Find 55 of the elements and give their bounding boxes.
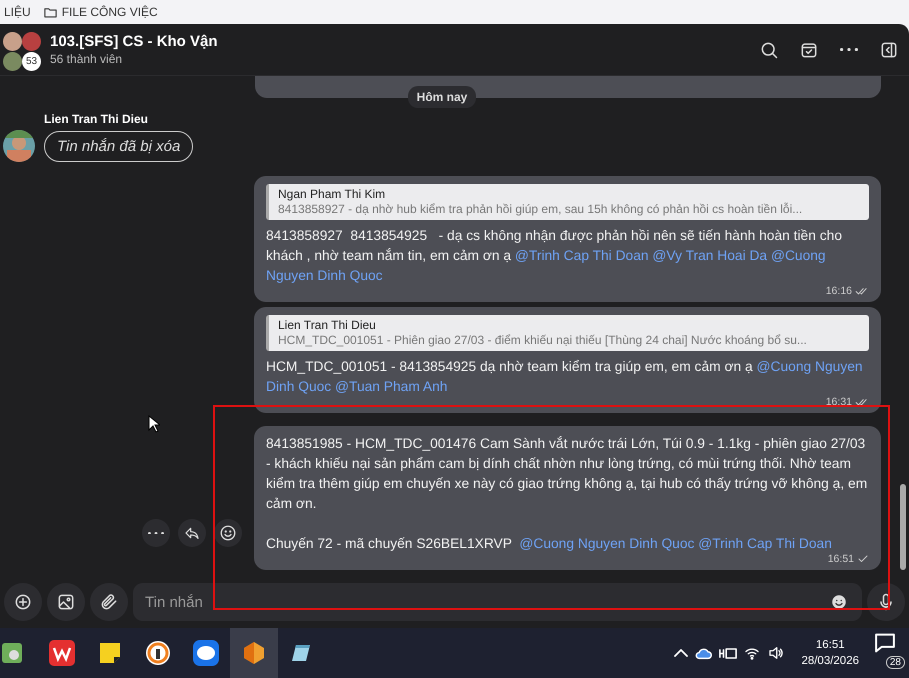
deleted-message: Tin nhắn đã bị xóa xyxy=(44,130,194,162)
chat-title: 103.[SFS] CS - Kho Vận xyxy=(50,33,218,50)
sticky-note-icon xyxy=(98,641,122,665)
chevron-up-icon xyxy=(673,649,690,657)
quote-text: 8413858927 - dạ nhờ hub kiểm tra phản hồi giúp em, sau 15h không có phản hồi cs hoàn tiền lỗi... xyxy=(278,202,804,217)
more-icon xyxy=(148,532,164,534)
speaker-icon xyxy=(767,644,786,662)
message-text: 8413858927 8413854925 - dạ cs không nhận được phản hồi nên sẽ tiến hành hoàn tiền cho khách , nhờ team nắm tin, em cảm ơn ạ @Trinh Cap Thi Doan @Vy Tran Hoai Da @Cuong Nguyen Dinh Quoc xyxy=(266,227,843,285)
taskbar-time[interactable]: 16:51 xyxy=(816,637,845,653)
add-button[interactable] xyxy=(4,583,42,621)
scrollbar-thumb[interactable] xyxy=(900,484,906,570)
reaction-button[interactable] xyxy=(214,519,242,547)
chat-app-icon xyxy=(193,640,219,666)
notification-icon xyxy=(875,633,895,653)
notification-badge: 28 xyxy=(886,656,905,669)
bookmark-label[interactable]: FILE CÔNG VIỆC xyxy=(62,5,158,19)
member-count-badge: 53 xyxy=(22,52,41,70)
plus-icon xyxy=(13,592,33,612)
message-text: 8413851985 - HCM_TDC_001476 Cam Sành vắt nước trái Lớn, Túi 0.9 - 1.1kg - phiên giao 27/03 - khách khiếu nại sản phẩm cam bị dính chất nhờn như lòng trứng, có mùi trứng thối. Nhờ team kiểm tra thêm giúp em chuyến xe này có giao trứng không ạ, tại hub có thấy trứng vỡ không ạ, em cảm ơn. Chuyến 72 - mã chuyến S26BEL1XRVP @Cuong Nguyen Dinh Quoc @Trinh Cap Thi Doan xyxy=(266,435,868,553)
message-input[interactable]: Tin nhắn xyxy=(133,583,862,621)
sidebar-icon xyxy=(879,40,899,60)
quote-text: HCM_TDC_001051 - Phiên giao 27/03 - điểm khiếu nại thiếu [Thùng 24 chai] Nước khoáng bổ su... xyxy=(278,333,808,348)
app-icon xyxy=(49,640,75,666)
search-icon xyxy=(759,40,779,60)
paperclip-icon xyxy=(99,592,119,612)
voice-button[interactable] xyxy=(867,583,905,621)
keyhole-icon xyxy=(145,640,171,666)
member-avatar xyxy=(3,52,22,70)
app-icon xyxy=(2,643,22,663)
attach-button[interactable] xyxy=(90,583,128,621)
reply-button[interactable] xyxy=(178,519,206,547)
date-divider: Hôm nay xyxy=(408,86,476,108)
reply-icon xyxy=(184,525,200,541)
quote-author: Ngan Pham Thi Kim xyxy=(278,187,386,202)
message-time: 16:16 xyxy=(826,284,852,298)
sender-name: Lien Tran Thi Dieu xyxy=(44,112,150,126)
emoji-icon xyxy=(830,593,848,611)
avatar xyxy=(3,130,35,162)
member-count: 56 thành viên xyxy=(50,52,124,66)
taskbar-date[interactable]: 28/03/2026 xyxy=(801,653,859,669)
image-icon xyxy=(56,592,76,612)
cursor-icon xyxy=(148,415,160,433)
smiley-icon xyxy=(219,524,237,542)
bookmark-label[interactable]: LIỆU xyxy=(4,5,31,19)
member-avatar xyxy=(3,32,22,50)
message-text: HCM_TDC_001051 - 8413854925 dạ nhờ team kiểm tra giúp em, em cảm ơn ạ @Cuong Nguyen Dinh Quoc @Tuan Pham Anh xyxy=(266,358,864,396)
message-time: 16:51 xyxy=(828,552,854,566)
quote-author: Lien Tran Thi Dieu xyxy=(278,318,377,333)
check-icon xyxy=(857,553,869,565)
cube-icon xyxy=(241,640,267,666)
image-button[interactable] xyxy=(47,583,85,621)
member-avatar xyxy=(22,32,41,50)
more-icon xyxy=(840,48,858,52)
message-time: 16:31 xyxy=(826,395,852,409)
cloud-icon xyxy=(695,646,714,660)
